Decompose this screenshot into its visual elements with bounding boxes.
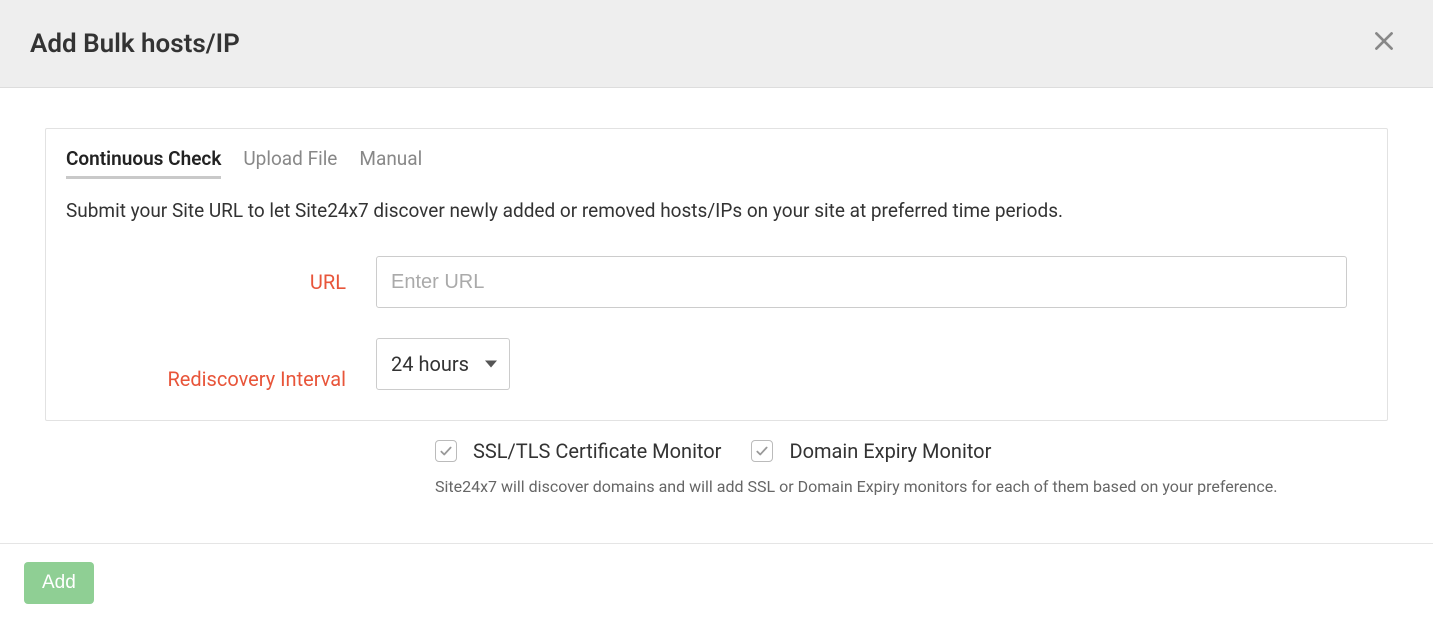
modal-header: Add Bulk hosts/IP bbox=[0, 0, 1433, 88]
domain-monitor-label: Domain Expiry Monitor bbox=[789, 439, 991, 463]
url-input[interactable] bbox=[376, 256, 1347, 308]
modal-title: Add Bulk hosts/IP bbox=[30, 29, 240, 59]
url-row: URL bbox=[46, 226, 1387, 308]
check-icon bbox=[439, 444, 453, 458]
chevron-down-icon bbox=[485, 361, 497, 368]
monitor-hint: Site24x7 will discover domains and will … bbox=[435, 477, 1388, 496]
modal-footer: Add bbox=[0, 543, 1433, 622]
interval-label: Rediscovery Interval bbox=[66, 367, 376, 391]
tab-manual[interactable]: Manual bbox=[359, 147, 422, 179]
interval-row: Rediscovery Interval 24 hours bbox=[46, 308, 1387, 420]
url-label: URL bbox=[66, 270, 376, 294]
tab-upload-file[interactable]: Upload File bbox=[243, 147, 337, 179]
close-icon[interactable] bbox=[1365, 28, 1403, 59]
modal-body: Continuous Check Upload File Manual Subm… bbox=[0, 88, 1433, 496]
tab-continuous-check[interactable]: Continuous Check bbox=[66, 147, 221, 179]
domain-monitor-option: Domain Expiry Monitor bbox=[751, 439, 991, 463]
tab-bar: Continuous Check Upload File Manual bbox=[46, 129, 1387, 189]
check-icon bbox=[755, 444, 769, 458]
domain-monitor-checkbox[interactable] bbox=[751, 440, 773, 462]
ssl-monitor-option: SSL/TLS Certificate Monitor bbox=[435, 439, 721, 463]
tab-description: Submit your Site URL to let Site24x7 dis… bbox=[46, 189, 1387, 226]
ssl-monitor-checkbox[interactable] bbox=[435, 440, 457, 462]
interval-value: 24 hours bbox=[391, 352, 469, 376]
ssl-monitor-label: SSL/TLS Certificate Monitor bbox=[473, 439, 721, 463]
monitor-options: SSL/TLS Certificate Monitor Domain Expir… bbox=[435, 421, 1388, 463]
interval-select[interactable]: 24 hours bbox=[376, 338, 510, 390]
form-panel: Continuous Check Upload File Manual Subm… bbox=[45, 128, 1388, 421]
add-button[interactable]: Add bbox=[24, 562, 94, 604]
